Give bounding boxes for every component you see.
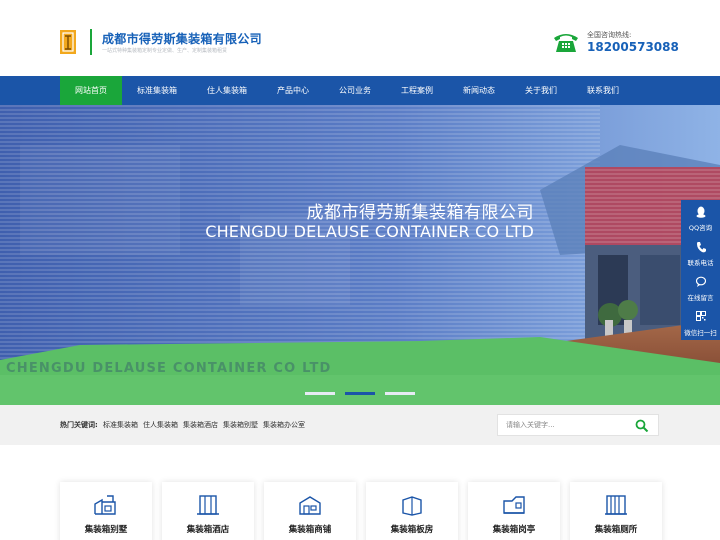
side-item-wechat[interactable]: 微信扫一扫: [681, 305, 720, 340]
nav-item-cases[interactable]: 工程案例: [386, 76, 448, 105]
logo-divider: [90, 29, 92, 55]
qq-icon: [696, 206, 706, 218]
product-card-hotel[interactable]: 集装箱酒店: [162, 482, 254, 540]
side-item-phone[interactable]: 联系电话: [681, 235, 720, 270]
hero-banner[interactable]: 成都市得劳斯集装箱有限公司 CHENGDU DELAUSE CONTAINER …: [0, 105, 720, 405]
nav-item-business[interactable]: 公司业务: [324, 76, 386, 105]
main-nav: 网站首页 标准集装箱 住人集装箱 产品中心 公司业务 工程案例 新闻动态 关于我…: [0, 76, 720, 105]
banner-subtitle: CHENGDU DELAUSE CONTAINER CO LTD: [205, 222, 534, 241]
banner-title: 成都市得劳斯集装箱有限公司: [306, 203, 534, 223]
product-card-board-house[interactable]: 集装箱板房: [366, 482, 458, 540]
shop-icon: [299, 496, 321, 515]
search-box: [497, 414, 659, 436]
product-card-label: 集装箱岗亭: [492, 525, 536, 535]
slide-dot-1[interactable]: [305, 392, 335, 395]
hotline-label: 全国咨询热线:: [587, 31, 632, 39]
product-card-label: 集装箱板房: [390, 525, 434, 535]
nav-item-news[interactable]: 新闻动态: [448, 76, 510, 105]
side-contact-float: QQ咨询 联系电话 在线留言 微信扫一扫: [681, 200, 720, 340]
nav-item-standard-container[interactable]: 标准集装箱: [126, 76, 188, 105]
search-input[interactable]: [506, 417, 626, 433]
company-logo[interactable]: [60, 30, 76, 54]
nav-item-living-container[interactable]: 住人集装箱: [196, 76, 258, 105]
sentry-box-icon: [503, 496, 525, 514]
banner-background-image: [0, 105, 720, 405]
company-slogan: 一站式特种集装箱定制专业定做、生产、定制集装箱租赁: [102, 48, 228, 54]
hot-keyword-link[interactable]: 集装箱酒店: [183, 420, 218, 430]
product-category-section: 集装箱别墅 集装箱酒店 集装箱商铺 集装箱板房 集装箱岗亭 集装箱厕所: [0, 445, 720, 540]
slide-dot-3[interactable]: [385, 392, 415, 395]
hot-keyword-link[interactable]: 标准集装箱: [103, 420, 138, 430]
product-card-label: 集装箱别墅: [84, 525, 128, 535]
toilet-icon: [605, 495, 627, 515]
phone-icon: [697, 242, 706, 253]
telephone-icon: [554, 34, 578, 52]
hot-keywords-label: 热门关键词:: [60, 421, 98, 429]
side-label-qq: QQ咨询: [688, 224, 713, 232]
villa-icon: [94, 495, 116, 515]
product-card-toilet[interactable]: 集装箱厕所: [570, 482, 662, 540]
hotline-number[interactable]: 18200573088: [587, 40, 679, 54]
board-house-icon: [402, 496, 422, 516]
product-card-label: 集装箱商铺: [288, 525, 332, 535]
hot-keywords-bar: 热门关键词: 标准集装箱 住人集装箱 集装箱酒店 集装箱别墅 集装箱办公室: [0, 405, 720, 445]
hot-keyword-link[interactable]: 集装箱别墅: [223, 420, 258, 430]
slide-dot-2[interactable]: [345, 392, 375, 395]
product-card-label: 集装箱酒店: [186, 525, 230, 535]
message-icon: [696, 276, 706, 287]
company-name: 成都市得劳斯集装箱有限公司: [102, 32, 262, 46]
nav-item-products[interactable]: 产品中心: [262, 76, 324, 105]
side-item-message[interactable]: 在线留言: [681, 270, 720, 305]
nav-item-home[interactable]: 网站首页: [60, 76, 122, 105]
nav-item-about[interactable]: 关于我们: [510, 76, 572, 105]
banner-ghost-text: CHENGDU DELAUSE CONTAINER CO LTD: [6, 361, 332, 376]
hot-keyword-link[interactable]: 集装箱办公室: [263, 420, 305, 430]
side-item-qq[interactable]: QQ咨询: [681, 200, 720, 235]
logo-icon: [60, 30, 76, 54]
search-icon[interactable]: [635, 419, 649, 432]
product-card-shop[interactable]: 集装箱商铺: [264, 482, 356, 540]
site-header: 成都市得劳斯集装箱有限公司 一站式特种集装箱定制专业定做、生产、定制集装箱租赁 …: [0, 0, 720, 76]
hot-keyword-link[interactable]: 住人集装箱: [143, 420, 178, 430]
qrcode-icon: [696, 311, 706, 321]
product-card-villa[interactable]: 集装箱别墅: [60, 482, 152, 540]
product-card-sentry-box[interactable]: 集装箱岗亭: [468, 482, 560, 540]
side-label-wechat: 微信扫一扫: [684, 329, 717, 337]
hotel-icon: [197, 495, 219, 515]
side-label-message: 在线留言: [687, 294, 714, 302]
nav-item-contact[interactable]: 联系我们: [572, 76, 634, 105]
side-label-phone: 联系电话: [687, 259, 714, 267]
product-card-label: 集装箱厕所: [594, 525, 638, 535]
